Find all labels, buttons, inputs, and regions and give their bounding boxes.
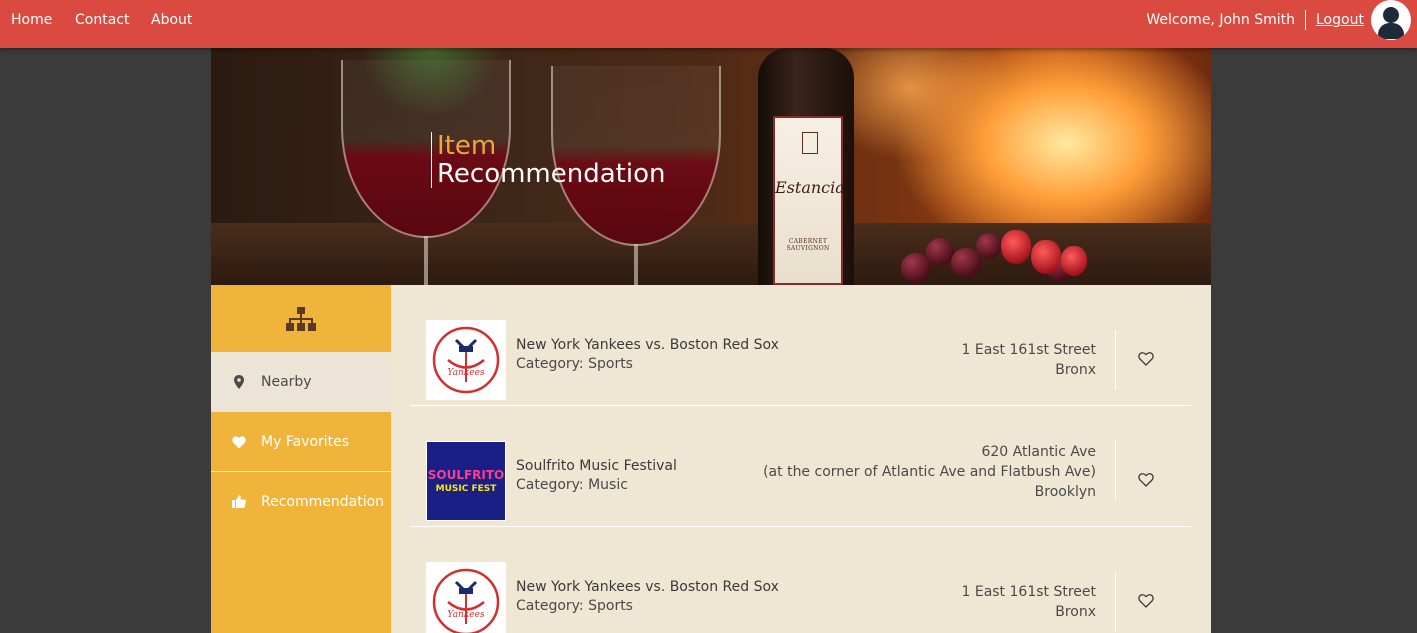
svg-text:Yankees: Yankees (447, 368, 485, 378)
list-item[interactable]: SOULFRITO MUSIC FEST Soulfrito Music Fes… (410, 406, 1191, 527)
top-navbar: Home Contact About Welcome, John Smith L… (0, 0, 1417, 48)
user-avatar-icon[interactable] (1371, 0, 1411, 40)
item-category: Category: Sports (516, 598, 633, 614)
item-address: 620 Atlantic Ave (at the corner of Atlan… (763, 444, 1096, 500)
list-item[interactable]: Yankees New York Yankees vs. Boston Red … (410, 527, 1191, 633)
hero-title-line2: Recommendation (437, 159, 666, 189)
item-category: Category: Music (516, 477, 628, 493)
hero-title-line1: Item (437, 131, 497, 161)
map-pin-icon (231, 375, 247, 389)
sidebar-header (211, 285, 391, 352)
thumbs-up-icon (231, 495, 247, 508)
heart-icon (231, 435, 247, 449)
svg-text:Yankees: Yankees (447, 610, 485, 620)
sidebar: Nearby My Favorites Recommendation (211, 285, 391, 633)
hero-title: Item Recommendation (431, 132, 665, 188)
divider (1115, 572, 1116, 632)
hero-banner: Estancia CABERNET SAUVIGNON Item Recomme… (211, 48, 1211, 285)
favorite-heart-icon[interactable] (1138, 593, 1154, 609)
sidebar-item-label: Nearby (261, 374, 312, 390)
item-category: Category: Sports (516, 356, 633, 372)
nav-divider (1305, 10, 1306, 30)
logout-link[interactable]: Logout (1316, 12, 1364, 28)
divider (1115, 440, 1116, 500)
item-image[interactable]: Yankees (426, 562, 506, 633)
sidebar-item-nearby[interactable]: Nearby (211, 352, 391, 412)
item-name[interactable]: New York Yankees vs. Boston Red Sox (516, 337, 779, 353)
yankees-logo-icon: Yankees (432, 568, 500, 633)
sitemap-icon (286, 306, 316, 331)
yankees-logo-icon: Yankees (432, 326, 500, 394)
sidebar-item-label: Recommendation (261, 493, 385, 510)
nav-home-link[interactable]: Home (11, 12, 52, 28)
welcome-text: Welcome, John Smith (1146, 12, 1295, 28)
item-address: 1 East 161st Street Bronx (961, 342, 1096, 378)
bottle-label: Estancia CABERNET SAUVIGNON (773, 116, 845, 285)
sidebar-item-recommendation[interactable]: Recommendation (211, 471, 391, 531)
item-address: 1 East 161st Street Bronx (961, 584, 1096, 620)
item-name[interactable]: New York Yankees vs. Boston Red Sox (516, 579, 779, 595)
main-panel: Estancia CABERNET SAUVIGNON Item Recomme… (211, 48, 1211, 633)
divider (1115, 330, 1116, 390)
sidebar-item-favorites[interactable]: My Favorites (211, 412, 391, 472)
list-item[interactable]: Yankees New York Yankees vs. Boston Red … (410, 285, 1191, 406)
recommendation-list: Yankees New York Yankees vs. Boston Red … (391, 285, 1211, 633)
item-image[interactable]: SOULFRITO MUSIC FEST (426, 441, 506, 521)
sidebar-item-label: My Favorites (261, 434, 350, 450)
item-image[interactable]: Yankees (426, 320, 506, 400)
nav-contact-link[interactable]: Contact (75, 12, 129, 28)
nav-about-link[interactable]: About (151, 12, 192, 28)
item-name[interactable]: Soulfrito Music Festival (516, 458, 677, 474)
favorite-heart-icon[interactable] (1138, 351, 1154, 367)
favorite-heart-icon[interactable] (1138, 472, 1154, 488)
